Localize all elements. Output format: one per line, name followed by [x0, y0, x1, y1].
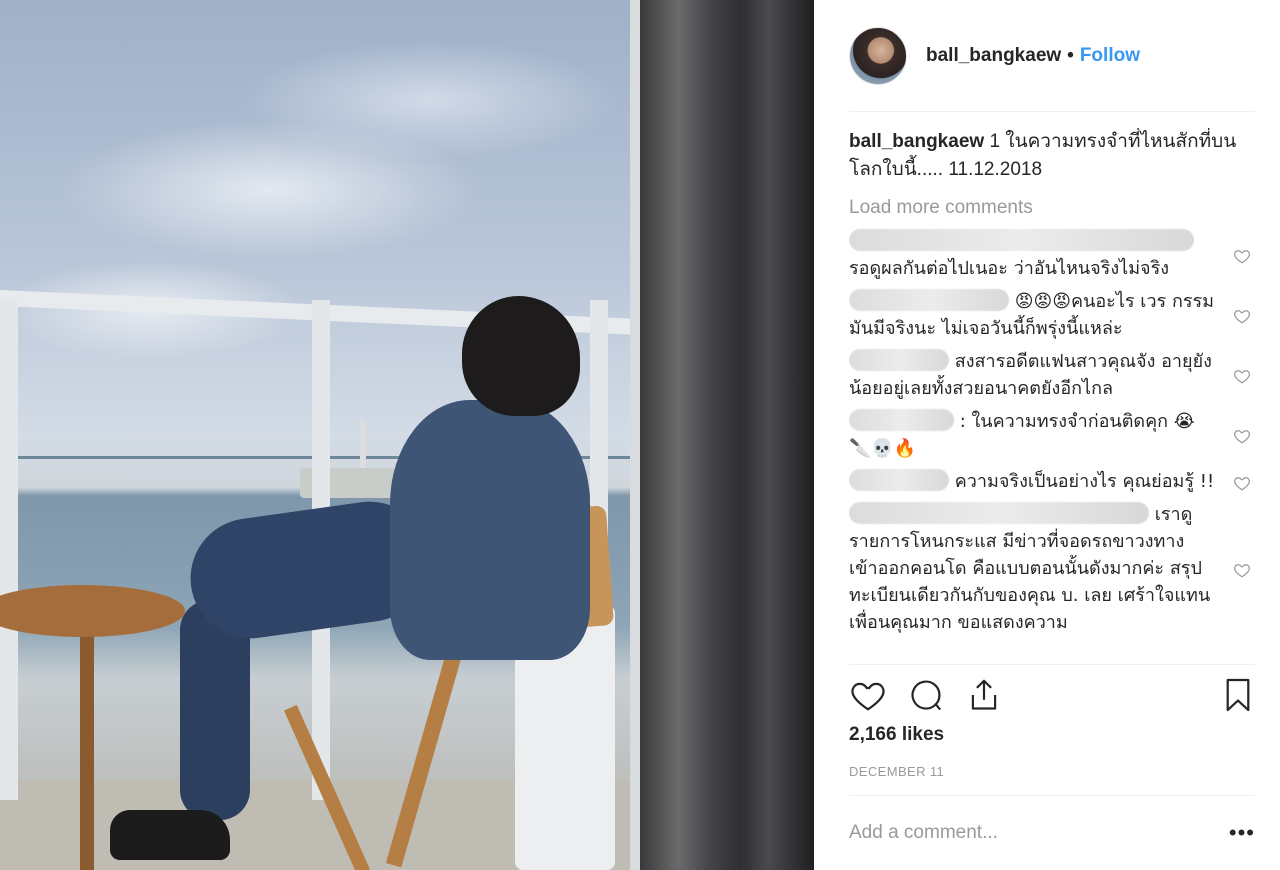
- likes-count[interactable]: 2,166 likes: [849, 724, 944, 746]
- divider: [849, 795, 1255, 796]
- redacted-username: [849, 289, 1009, 311]
- heart-icon[interactable]: [1233, 246, 1251, 264]
- photo-table: [0, 585, 185, 637]
- photo-table-leg: [80, 630, 94, 870]
- post-actions: [849, 676, 1259, 716]
- photo-person: [390, 400, 590, 660]
- photo-person-head: [462, 296, 580, 416]
- separator-dot: •: [1067, 45, 1074, 66]
- post-header: ball_bangkaew • Follow: [849, 26, 1259, 86]
- avatar[interactable]: [849, 27, 907, 85]
- list-item: : ในความทรงจำก่อนติดคุก 😭🔪💀🔥: [849, 408, 1255, 462]
- list-item: สงสารอดีตแฟนสาวคุณจัง อายุยังน้อยอยู่เลย…: [849, 348, 1255, 402]
- comment-icon[interactable]: [907, 676, 945, 714]
- bookmark-icon[interactable]: [1219, 676, 1257, 714]
- post-photo[interactable]: [0, 0, 814, 870]
- add-comment-bar: •••: [849, 818, 1255, 848]
- redacted-username: [849, 409, 954, 431]
- list-item: ความจริงเป็นอย่างไร คุณย่อมรู้ !!: [849, 468, 1255, 495]
- redacted-username: [849, 502, 1149, 524]
- post-details-panel: ball_bangkaew • Follow ball_bangkaew 1 ใ…: [814, 0, 1280, 870]
- caption-username[interactable]: ball_bangkaew: [849, 131, 984, 152]
- list-item: รอดูผลกันต่อไปเนอะ ว่าอันไหนจริงไม่จริง: [849, 228, 1255, 282]
- more-options-icon[interactable]: •••: [1229, 822, 1255, 844]
- heart-icon[interactable]: [1233, 473, 1251, 491]
- photo-railing-post: [0, 300, 18, 800]
- divider: [849, 111, 1255, 112]
- heart-icon[interactable]: [849, 676, 887, 714]
- photo-shoe: [110, 810, 230, 860]
- comment-text: ความจริงเป็นอย่างไร คุณย่อมรู้ !!: [954, 471, 1215, 492]
- username-link[interactable]: ball_bangkaew: [926, 45, 1061, 67]
- heart-icon[interactable]: [1233, 426, 1251, 444]
- photo-cloud: [60, 120, 480, 260]
- comment-input[interactable]: [849, 822, 1229, 844]
- redacted-username: [849, 229, 1194, 251]
- load-more-comments-button[interactable]: Load more comments: [849, 194, 1255, 222]
- comments-list[interactable]: ball_bangkaew 1 ในความทรงจำที่ไหนสักที่บ…: [849, 128, 1255, 664]
- follow-button[interactable]: Follow: [1080, 45, 1140, 67]
- redacted-username: [849, 469, 949, 491]
- list-item: เราดู รายการโหนกระแส มีข่าวที่จอดรถขาวงท…: [849, 501, 1255, 636]
- redacted-username: [849, 349, 949, 371]
- heart-icon[interactable]: [1233, 306, 1251, 324]
- share-icon[interactable]: [965, 676, 1003, 714]
- caption: ball_bangkaew 1 ในความทรงจำที่ไหนสักที่บ…: [849, 128, 1255, 184]
- comment-text: รอดูผลกันต่อไปเนอะ ว่าอันไหนจริงไม่จริง: [849, 258, 1170, 279]
- heart-icon[interactable]: [1233, 366, 1251, 384]
- photo-curtain: [640, 0, 814, 870]
- divider: [849, 664, 1255, 665]
- post-date[interactable]: DECEMBER 11: [849, 764, 944, 779]
- photo-lighthouse: [360, 420, 366, 475]
- heart-icon[interactable]: [1233, 560, 1251, 578]
- list-item: 😡😡😡คนอะไร เวร กรรมมันมีจริงนะ ไม่เจอวันน…: [849, 288, 1255, 342]
